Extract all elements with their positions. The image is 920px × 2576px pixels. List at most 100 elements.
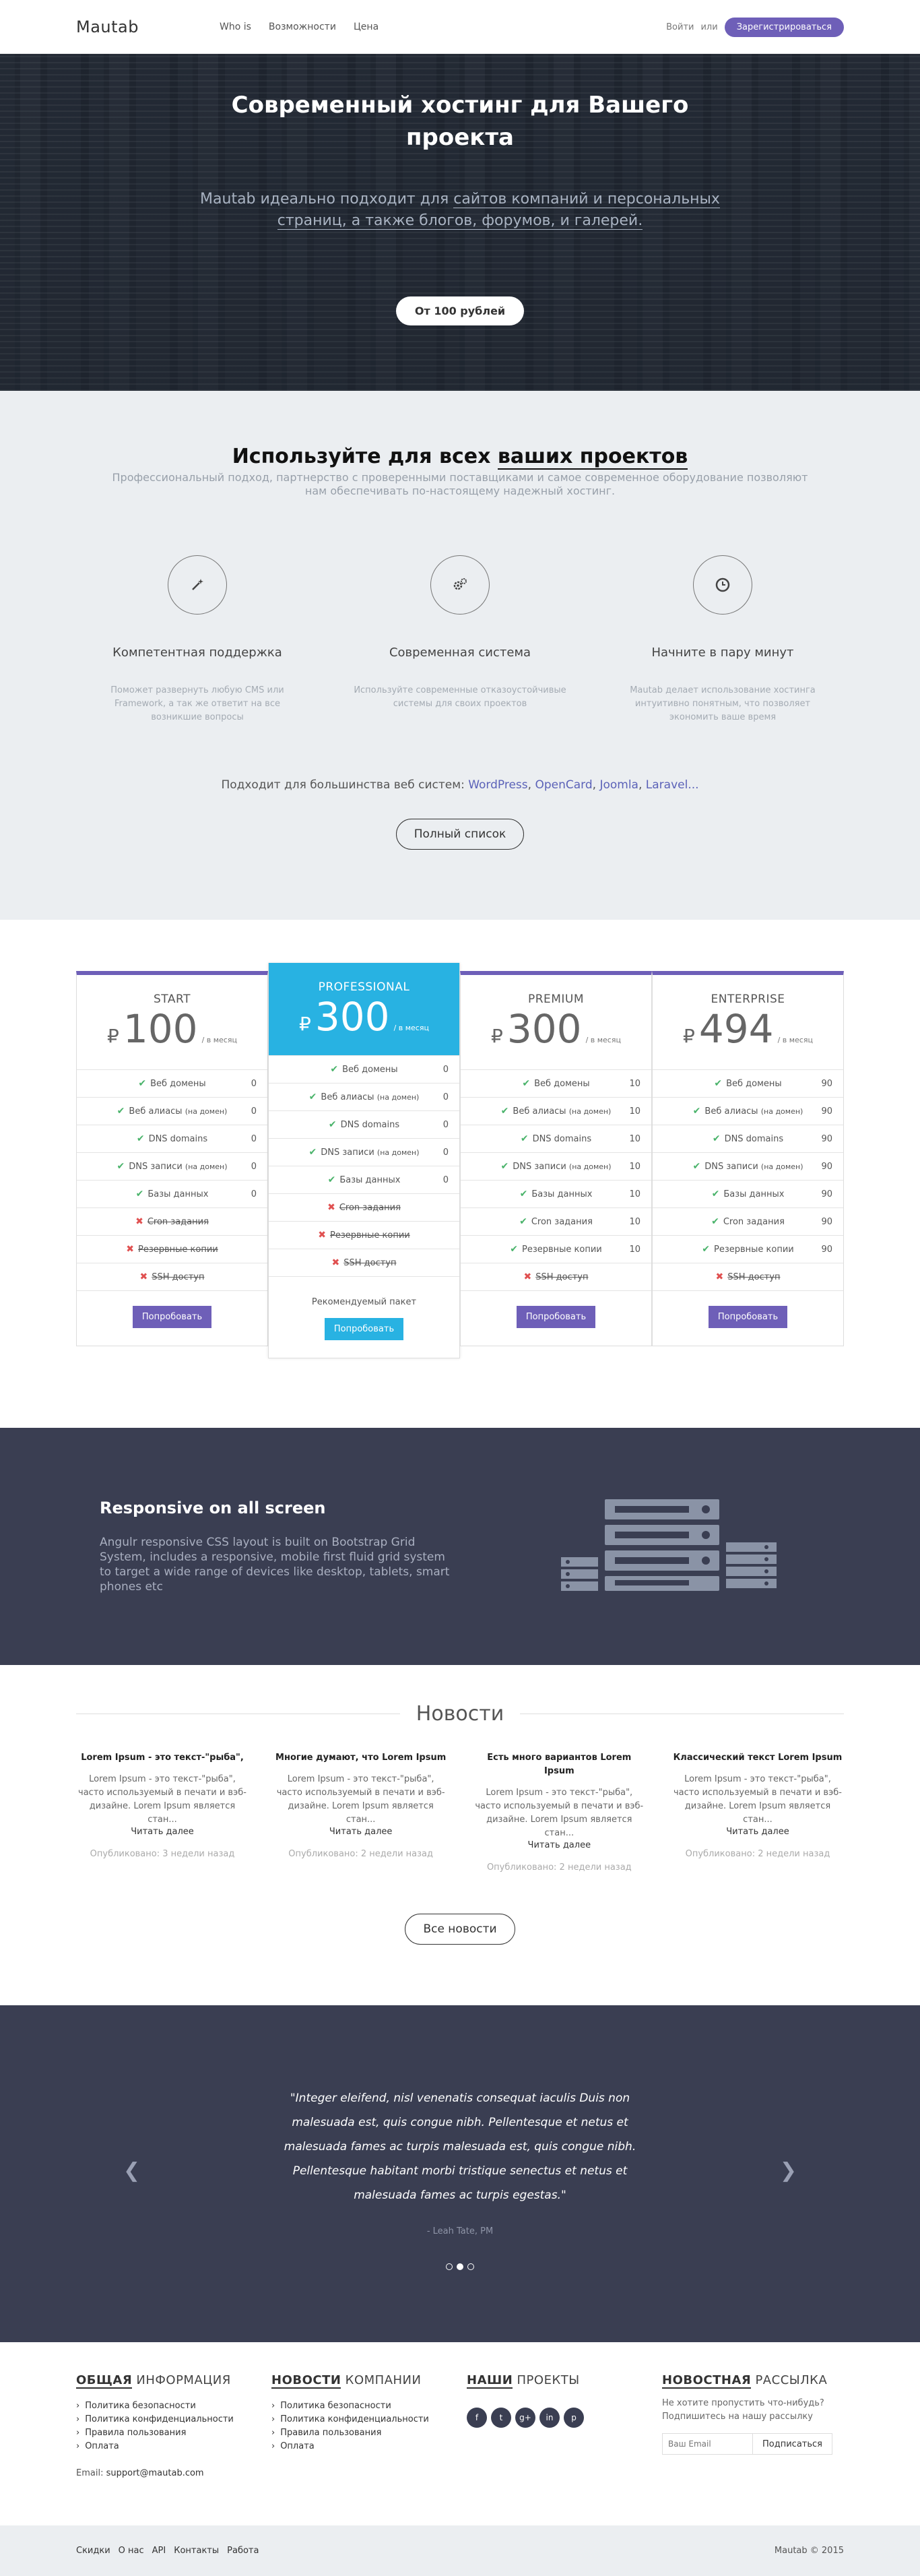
nav-price[interactable]: Цена	[354, 22, 379, 32]
cms-link-laravel[interactable]: Laravel...	[646, 778, 699, 792]
footer-projects: НАШИ ПРОЕКТЫ f t g+ in p	[467, 2373, 649, 2478]
auth-links: Войти или Зарегистрироваться	[666, 17, 844, 37]
footer-link[interactable]: Политика безопасности	[271, 2399, 453, 2413]
features-section: Используйте для всех ваших проектов Проф…	[0, 391, 920, 920]
google-plus-icon[interactable]: g+	[515, 2408, 535, 2428]
logo[interactable]: Mautab	[76, 18, 139, 36]
bottom-links: Скидки О нас API Контакты Работа	[76, 2546, 259, 2556]
plan-footer: Попробовать	[77, 1290, 267, 1346]
plan-feature-label: DNS записи	[513, 1161, 566, 1172]
footer-link[interactable]: Оплата	[76, 2440, 258, 2453]
all-news-button[interactable]: Все новости	[405, 1914, 515, 1945]
carousel-dot[interactable]	[467, 2263, 474, 2270]
servers-illustration-icon	[561, 1498, 777, 1595]
try-plan-button[interactable]: Попробовать	[132, 1306, 212, 1328]
pinterest-icon[interactable]: p	[564, 2408, 584, 2428]
plan-header: PREMIUM ₽300/ в месяц	[461, 975, 651, 1069]
footer-link[interactable]: Политика конфиденциальности	[76, 2413, 258, 2426]
cms-link-opencard[interactable]: OpenCard	[535, 778, 592, 792]
plan-feature-count: 0	[251, 1189, 257, 1199]
linkedin-icon[interactable]: in	[539, 2408, 560, 2428]
news-item-title[interactable]: Lorem Ipsum - это текст-"рыба",	[76, 1751, 249, 1765]
footer-heading-rest: ИНФОРМАЦИЯ	[132, 2373, 231, 2387]
plan-period: / в месяц	[585, 1036, 621, 1044]
plan-feature-count: 0	[442, 1174, 449, 1185]
plan-price-amount: 300	[506, 1006, 582, 1052]
footer-heading: НОВОСТНАЯ РАССЫЛКА	[662, 2373, 844, 2389]
read-more-link[interactable]: Читать далее	[473, 1840, 645, 1850]
plan-feature-row: ✔ DNS domains 0	[269, 1110, 459, 1138]
plan-feature-label: DNS записи	[321, 1147, 374, 1158]
news-item-title[interactable]: Классический текст Lorem Ipsum	[671, 1751, 844, 1765]
newsletter-form: Подписаться	[662, 2433, 844, 2455]
footer-link[interactable]: Правила пользования	[76, 2426, 258, 2440]
carousel-next-icon[interactable]: ❯	[780, 2159, 797, 2182]
try-plan-button[interactable]: Попробовать	[324, 1318, 404, 1340]
plan-feature-count: 0	[251, 1078, 257, 1089]
read-more-link[interactable]: Читать далее	[76, 1827, 249, 1837]
responsive-text: Angulr responsive CSS layout is built on…	[100, 1536, 450, 1594]
footer-link[interactable]: Правила пользования	[271, 2426, 453, 2440]
pricing-plan-enterprise: ENTERPRISE ₽494/ в месяц ✔ Веб домены 90 ✔ Веб…	[652, 971, 844, 1346]
hero-text: Mautab идеально подходит для сайтов комп…	[184, 189, 736, 232]
copyright: Mautab © 2015	[774, 2546, 844, 2556]
carousel-prev-icon[interactable]: ❮	[123, 2159, 140, 2182]
news-section: Новости Lorem Ipsum - это текст-"рыба", …	[0, 1665, 920, 2005]
carousel-dot[interactable]	[446, 2263, 453, 2270]
footer-heading: ОБЩАЯ ИНФОРМАЦИЯ	[76, 2373, 258, 2389]
facebook-icon[interactable]: f	[467, 2408, 487, 2428]
plan-feature-count: 90	[821, 1244, 832, 1255]
nav-who-is[interactable]: Who is	[220, 22, 251, 32]
email-link[interactable]: support@mautab.com	[106, 2468, 204, 2478]
plan-feature-label: Резервные копии	[521, 1244, 602, 1255]
footer: ОБЩАЯ ИНФОРМАЦИЯ Политика безопасности П…	[0, 2342, 920, 2525]
news-item: Многие думают, что Lorem Ipsum Lorem Ips…	[275, 1751, 447, 1875]
plan-feature-count: 0	[442, 1064, 449, 1075]
bottom-link-jobs[interactable]: Работа	[227, 2546, 259, 2556]
plan-name: START	[154, 993, 191, 1006]
full-list-button[interactable]: Полный список	[395, 819, 525, 850]
news-item-title[interactable]: Многие думают, что Lorem Ipsum	[275, 1751, 447, 1765]
register-button[interactable]: Зарегистрироваться	[724, 17, 844, 37]
footer-heading-rest: РАССЫЛКА	[751, 2373, 828, 2387]
bottom-link-api[interactable]: API	[152, 2546, 166, 2556]
plan-feature-label: Cron задания	[723, 1216, 785, 1227]
plan-feature-label: Веб алиасы	[704, 1106, 758, 1117]
plan-feature-row: ✔ DNS записи (на домен) 10	[461, 1152, 651, 1180]
cms-link-wordpress[interactable]: WordPress	[468, 778, 527, 792]
footer-link[interactable]: Политика безопасности	[76, 2399, 258, 2413]
cms-link-joomla[interactable]: Joomla	[599, 778, 638, 792]
nav-features[interactable]: Возможности	[269, 22, 336, 32]
feature-title: Компетентная поддержка	[112, 646, 282, 660]
read-more-link[interactable]: Читать далее	[671, 1827, 844, 1837]
read-more-link[interactable]: Читать далее	[275, 1827, 447, 1837]
hero-cta-button[interactable]: От 100 рублей	[395, 296, 525, 325]
check-icon: ✔	[519, 1216, 527, 1227]
news-item-title[interactable]: Есть много вариантов Lorem Ipsum	[473, 1751, 645, 1778]
bottom-link-about[interactable]: О нас	[119, 2546, 144, 2556]
plan-price: ₽494/ в месяц	[653, 1007, 843, 1050]
try-plan-button[interactable]: Попробовать	[516, 1306, 596, 1328]
carousel-dot[interactable]	[457, 2263, 463, 2270]
check-icon: ✔	[136, 1133, 145, 1144]
footer-link[interactable]: Политика конфиденциальности	[271, 2413, 453, 2426]
news-item-text: Lorem Ipsum - это текст-"рыба", часто ис…	[475, 1788, 644, 1838]
newsletter-text: Не хотите пропустить что-нибудь? Подпиши…	[662, 2398, 824, 2422]
plan-feature-label: DNS domains	[532, 1133, 592, 1144]
check-icon: ✔	[711, 1216, 719, 1227]
try-plan-button[interactable]: Попробовать	[708, 1306, 788, 1328]
subscribe-button[interactable]: Подписаться	[753, 2433, 832, 2455]
plan-feature-count: 10	[629, 1244, 640, 1255]
plan-feature-note: (на домен)	[185, 1106, 228, 1116]
check-icon: ✔	[510, 1244, 518, 1255]
plan-footer: Рекомендуемый пакет Попробовать	[269, 1276, 459, 1358]
login-link[interactable]: Войти	[666, 22, 694, 32]
hero-text-plain: Mautab идеально подходит для	[200, 191, 454, 208]
footer-link[interactable]: Оплата	[271, 2440, 453, 2453]
news-item-date: Опубликовано: 3 недели назад	[90, 1849, 235, 1859]
newsletter-email-input[interactable]	[662, 2433, 753, 2455]
twitter-icon[interactable]: t	[491, 2408, 511, 2428]
pricing-plan-professional: PROFESSIONAL ₽300/ в месяц ✔ Веб домены 0 ✔ Ве…	[268, 963, 460, 1358]
bottom-link-contacts[interactable]: Контакты	[174, 2546, 219, 2556]
bottom-link-discounts[interactable]: Скидки	[76, 2546, 110, 2556]
